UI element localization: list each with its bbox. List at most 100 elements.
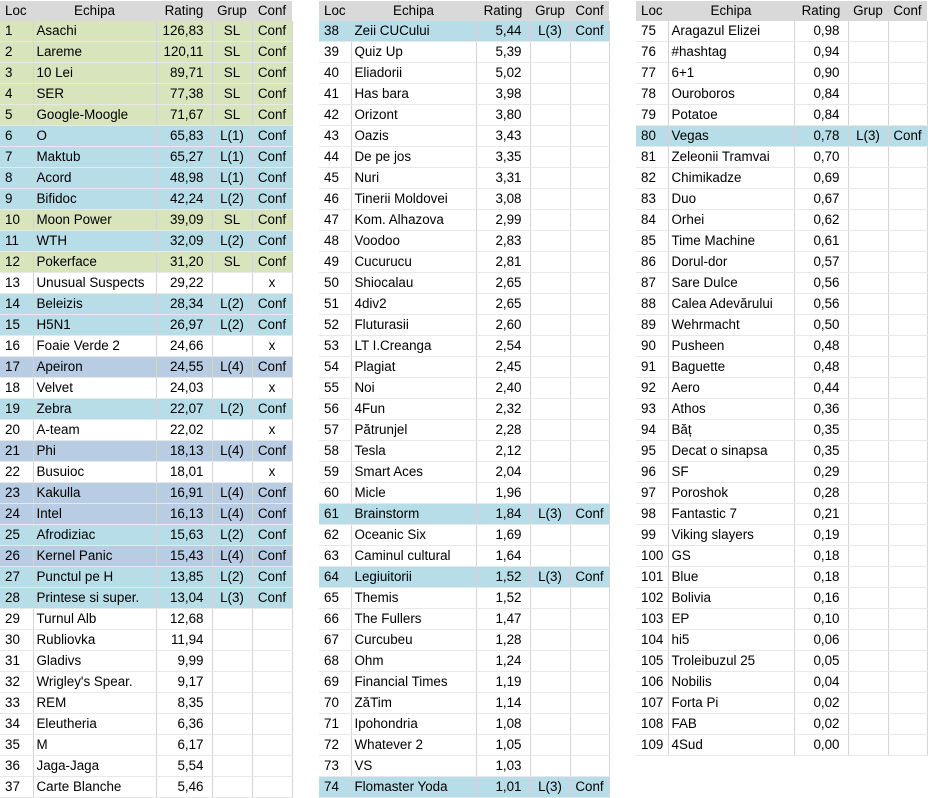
- cell-rating: 1,14: [476, 692, 531, 714]
- cell-rating: 5,46: [156, 776, 213, 798]
- cell-rating: 77,38: [156, 83, 213, 105]
- cell-grup: [848, 545, 889, 567]
- table-row: 69 Financial Times 1,19: [319, 671, 610, 693]
- cell-conf: [570, 398, 610, 420]
- cell-loc: 67: [319, 629, 352, 651]
- cell-conf: [888, 650, 928, 672]
- cell-conf: Conf: [252, 83, 293, 105]
- cell-conf: [570, 356, 610, 378]
- cell-team-name: Zeii CUCului: [351, 21, 477, 42]
- cell-conf: Conf: [252, 566, 293, 588]
- cell-team-name: Punctul pe H: [33, 566, 157, 588]
- cell-rating: 0,05: [794, 650, 849, 672]
- cell-grup: [212, 272, 253, 294]
- header-echipa: Echipa: [668, 1, 794, 21]
- cell-loc: 55: [319, 377, 352, 399]
- cell-conf: [570, 293, 610, 315]
- cell-conf: [888, 146, 928, 168]
- cell-loc: 4: [0, 83, 34, 105]
- cell-loc: 68: [319, 650, 352, 672]
- cell-conf: Conf: [252, 398, 293, 420]
- cell-loc: 104: [636, 629, 669, 651]
- cell-conf: Conf: [252, 146, 293, 168]
- cell-team-name: Fluturasii: [351, 314, 477, 336]
- cell-grup: [530, 209, 571, 231]
- cell-loc: 100: [636, 545, 669, 567]
- cell-grup: SL: [212, 83, 253, 105]
- cell-grup: [212, 734, 253, 756]
- cell-rating: 0,00: [794, 734, 849, 756]
- cell-loc: 37: [0, 776, 34, 798]
- cell-conf: [252, 713, 293, 735]
- cell-grup: [530, 293, 571, 315]
- cell-loc: 71: [319, 713, 352, 735]
- cell-team-name: GS: [668, 545, 795, 567]
- cell-grup: [530, 755, 571, 777]
- cell-grup: SL: [212, 41, 253, 63]
- cell-team-name: Orizont: [351, 104, 477, 126]
- cell-conf: [252, 629, 293, 651]
- cell-grup: [848, 566, 889, 588]
- cell-rating: 1,52: [476, 587, 531, 609]
- cell-grup: L(3): [212, 587, 253, 609]
- cell-rating: 2,04: [476, 461, 531, 483]
- cell-grup: [530, 272, 571, 294]
- cell-grup: [212, 755, 253, 777]
- table-row: 68 Ohm 1,24: [319, 650, 610, 672]
- cell-rating: 0,50: [794, 314, 849, 336]
- cell-conf: Conf: [252, 356, 293, 378]
- table-row: 12 Pokerface 31,20 SL Conf: [0, 251, 293, 273]
- table-row: 73 VS 1,03: [319, 755, 610, 777]
- cell-rating: 0,48: [794, 356, 849, 378]
- cell-rating: 0,19: [794, 524, 849, 546]
- cell-loc: 41: [319, 83, 352, 105]
- cell-conf: [570, 314, 610, 336]
- table-row: 52 Fluturasii 2,60: [319, 314, 610, 336]
- cell-grup: [530, 377, 571, 399]
- cell-loc: 82: [636, 167, 669, 189]
- table-row: 17 Apeiron 24,55 L(4) Conf: [0, 356, 293, 378]
- table-row: 40 Eliadorii 5,02: [319, 62, 610, 84]
- cell-loc: 51: [319, 293, 352, 315]
- cell-conf: [570, 671, 610, 693]
- cell-rating: 0,16: [794, 587, 849, 609]
- cell-conf: [570, 125, 610, 147]
- cell-team-name: 6+1: [668, 62, 795, 84]
- cell-team-name: Wehrmacht: [668, 314, 795, 336]
- cell-rating: 5,44: [476, 21, 531, 42]
- table-row: 87 Sare Dulce 0,56: [636, 272, 928, 294]
- cell-team-name: Flomaster Yoda: [351, 776, 477, 798]
- cell-grup: [212, 671, 253, 693]
- cell-loc: 1: [0, 21, 34, 42]
- cell-loc: 24: [0, 503, 34, 525]
- cell-conf: [888, 671, 928, 693]
- cell-grup: L(4): [212, 503, 253, 525]
- cell-grup: [212, 629, 253, 651]
- cell-grup: [848, 314, 889, 336]
- cell-rating: 0,18: [794, 566, 849, 588]
- cell-rating: 11,94: [156, 629, 213, 651]
- cell-loc: 25: [0, 524, 34, 546]
- table-row: 57 Pătrunjel 2,28: [319, 419, 610, 441]
- cell-conf: [252, 755, 293, 777]
- cell-conf: [570, 713, 610, 735]
- cell-conf: [888, 734, 928, 756]
- cell-conf: Conf: [252, 440, 293, 462]
- cell-rating: 18,01: [156, 461, 213, 483]
- cell-conf: Conf: [252, 587, 293, 609]
- cell-loc: 50: [319, 272, 352, 294]
- cell-grup: [848, 419, 889, 441]
- table-row: 55 Noi 2,40: [319, 377, 610, 399]
- cell-grup: [848, 209, 889, 231]
- cell-team-name: Curcubeu: [351, 629, 477, 651]
- cell-rating: 0,02: [794, 692, 849, 714]
- header-conf: Conf: [570, 1, 609, 21]
- cell-grup: [530, 335, 571, 357]
- cell-loc: 91: [636, 356, 669, 378]
- cell-loc: 88: [636, 293, 669, 315]
- cell-team-name: Vegas: [668, 125, 795, 147]
- cell-team-name: Calea Adevărului: [668, 293, 795, 315]
- cell-loc: 77: [636, 62, 669, 84]
- cell-team-name: #hashtag: [668, 41, 795, 63]
- cell-rating: 2,54: [476, 335, 531, 357]
